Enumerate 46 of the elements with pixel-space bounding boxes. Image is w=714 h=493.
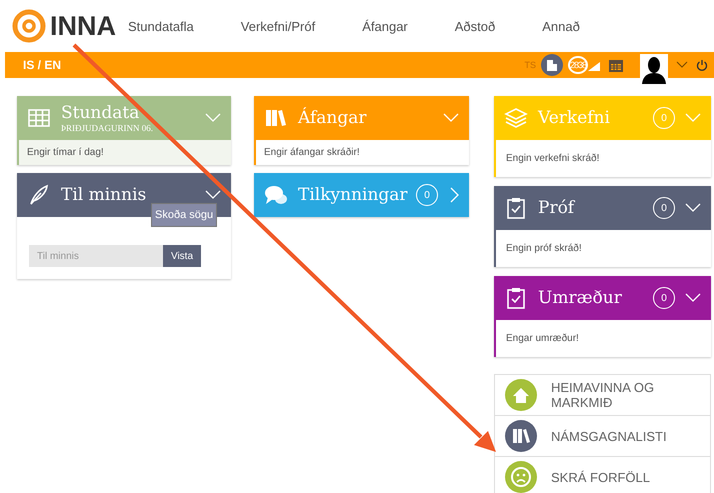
card-title: Próf: [538, 198, 576, 218]
card-title: Verkefni: [538, 108, 611, 128]
link-label: SKRÁ FORFÖLL: [551, 470, 651, 484]
card-title: Stundata: [61, 103, 140, 123]
grid-icon: [27, 106, 51, 130]
nav-link[interactable]: Annað: [542, 18, 580, 34]
ramp-icon: [588, 59, 600, 71]
layers-icon: [504, 106, 528, 130]
memo-field[interactable]: Til minnis: [29, 245, 163, 267]
chevron-icon[interactable]: [676, 61, 688, 69]
empty-message: Engar umræður!: [494, 320, 711, 357]
card-title: Til minnis: [61, 185, 148, 205]
card-title: Áfangar: [298, 108, 368, 128]
card-subtitle: ÞRIÐJUDAGURINN 06.: [61, 123, 154, 133]
power-icon[interactable]: [696, 59, 708, 71]
empty-message: Engir áfangar skráðir!: [254, 140, 469, 165]
building-icon[interactable]: [541, 54, 563, 76]
card-title: Umræður: [538, 288, 623, 308]
clipboard-icon: [504, 196, 528, 220]
chevron-right-icon[interactable]: [450, 187, 459, 203]
link-row[interactable]: SKRÁ FORFÖLL: [495, 457, 710, 493]
count-badge: 0: [653, 197, 675, 219]
avatar-icon[interactable]: [642, 56, 666, 84]
empty-message: Engin verkefni skráð!: [494, 140, 711, 177]
nav-link[interactable]: Stundatafla: [128, 18, 194, 34]
empty-message: Engin próf skráð!: [494, 230, 711, 267]
link-label: NÁMSGAGNALISTI: [551, 428, 668, 444]
nav-link[interactable]: Verkefni/Próf: [240, 18, 316, 34]
card-title: Tilkynningar: [298, 185, 409, 205]
count-badge: 0: [416, 184, 438, 206]
logo-icon: [12, 9, 46, 43]
link-row[interactable]: NÁMSGAGNALISTI: [495, 416, 710, 457]
quill-icon: [27, 183, 51, 207]
link-row[interactable]: HEIMAVINNA OG MARKMIÐ: [495, 375, 710, 416]
logo-text: INNA: [50, 10, 116, 42]
save-button[interactable]: Vista: [163, 245, 201, 267]
chat-icon: [264, 183, 288, 207]
empty-message: Engir tímar í dag!: [17, 140, 231, 165]
tooltip: Skoða sögu: [151, 203, 218, 227]
clipboard-icon: [504, 286, 528, 310]
count-badge: 0: [653, 107, 675, 129]
link-label: HEIMAVINNA OG MARKMIÐ: [551, 380, 656, 410]
count-badge: 0: [653, 287, 675, 309]
nav-link[interactable]: Áfangar: [362, 18, 408, 34]
nav-link[interactable]: Aðstoð: [454, 18, 496, 34]
calendar-icon[interactable]: [608, 57, 624, 73]
